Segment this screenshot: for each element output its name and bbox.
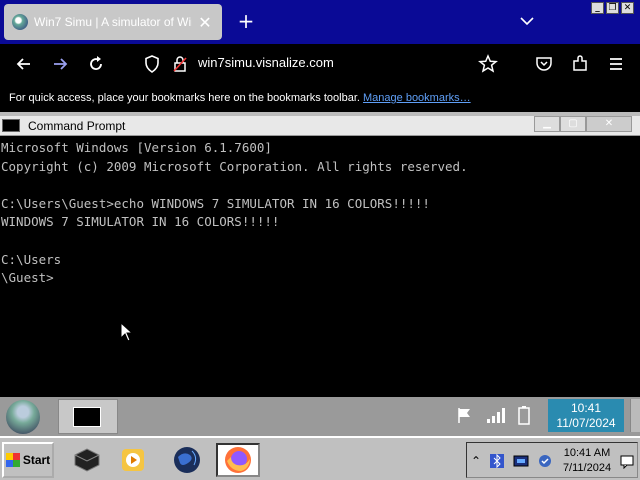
- cmd-window-icon: [73, 407, 101, 427]
- tab-title: Win7 Simu | A simulator of Windo: [34, 15, 192, 29]
- cmd-minimize-button[interactable]: ▁: [534, 116, 560, 132]
- hamburger-menu-icon[interactable]: [606, 54, 626, 74]
- forward-arrow-icon[interactable]: [50, 54, 70, 74]
- chevron-down-icon[interactable]: [518, 12, 536, 30]
- back-arrow-icon[interactable]: [14, 54, 34, 74]
- url-bar[interactable]: win7simu.visnalize.com: [198, 55, 334, 70]
- close-button[interactable]: ✕: [621, 2, 634, 14]
- mouse-pointer-icon: [120, 322, 134, 342]
- pocket-icon[interactable]: [534, 54, 554, 74]
- taskbar-firefox-icon[interactable]: [216, 443, 260, 477]
- new-tab-button[interactable]: +: [236, 10, 256, 32]
- os-time: 10:41 AM: [563, 447, 611, 459]
- sim-date: 11/07/2024: [556, 416, 616, 430]
- sim-clock[interactable]: 10:41 11/07/2024: [548, 399, 624, 432]
- bookmarks-hint: For quick access, place your bookmarks h…: [9, 92, 360, 104]
- sim-start-orb-icon[interactable]: [6, 400, 40, 434]
- console-line: C:\Users: [1, 251, 62, 267]
- security-icon[interactable]: [537, 453, 553, 469]
- cmd-window-title: Command Prompt: [28, 119, 126, 133]
- taskbar-app-chip-icon[interactable]: [70, 443, 104, 477]
- browser-tab[interactable]: Win7 Simu | A simulator of Windo ✕: [4, 4, 222, 40]
- browser-tab-strip: Win7 Simu | A simulator of Windo ✕ + _ ❐…: [0, 0, 640, 44]
- taskbar-media-player-icon[interactable]: [116, 443, 150, 477]
- extensions-icon[interactable]: [570, 54, 590, 74]
- show-desktop-button[interactable]: [630, 399, 640, 432]
- battery-icon[interactable]: [518, 405, 530, 425]
- windows-flag-icon: [5, 453, 20, 467]
- navigation-toolbar: win7simu.visnalize.com: [0, 44, 640, 84]
- shield-icon[interactable]: [142, 54, 162, 74]
- os-date: 7/11/2024: [562, 462, 612, 474]
- network-icon[interactable]: [513, 453, 529, 469]
- cmd-maximize-button[interactable]: ▢: [560, 116, 586, 132]
- minimize-button[interactable]: _: [591, 2, 604, 14]
- console-line: \Guest>: [1, 270, 54, 286]
- reload-icon[interactable]: [86, 54, 106, 74]
- os-taskbar: Start ⌃ 10:41 AM 7/11/2024: [0, 436, 640, 480]
- cmd-close-button[interactable]: ✕: [586, 116, 632, 132]
- start-label: Start: [22, 453, 51, 467]
- tray-expand-icon[interactable]: ⌃: [471, 453, 487, 469]
- sim-time: 10:41: [570, 401, 602, 415]
- start-button[interactable]: Start: [2, 442, 54, 478]
- console-line: C:\Users\Guest>echo WINDOWS 7 SIMULATOR …: [1, 195, 430, 211]
- cmd-title-bar[interactable]: Command Prompt ▁ ▢ ✕: [0, 116, 640, 136]
- cmd-window-controls: ▁ ▢ ✕: [534, 116, 632, 132]
- notification-icon[interactable]: [619, 453, 635, 469]
- console-line: Microsoft Windows [Version 6.1.7600]: [1, 140, 272, 155]
- signal-bars-icon[interactable]: [486, 406, 506, 424]
- action-center-flag-icon[interactable]: [456, 406, 474, 424]
- sim-system-tray: [456, 405, 530, 425]
- cmd-console-output[interactable]: Microsoft Windows [Version 6.1.7600] Copy…: [0, 137, 640, 397]
- restore-button[interactable]: ❐: [606, 2, 619, 14]
- star-icon[interactable]: [478, 54, 498, 74]
- simulated-taskbar: 10:41 11/07/2024: [0, 397, 640, 436]
- os-window-controls: _ ❐ ✕: [591, 2, 634, 14]
- manage-bookmarks-link[interactable]: Manage bookmarks…: [363, 92, 471, 104]
- lock-icon[interactable]: [170, 54, 190, 74]
- favicon-icon: [12, 14, 28, 30]
- bookmarks-toolbar: For quick access, place your bookmarks h…: [0, 84, 640, 112]
- os-system-tray: ⌃ 10:41 AM 7/11/2024: [466, 442, 638, 478]
- bluetooth-icon[interactable]: [489, 453, 505, 469]
- os-clock[interactable]: 10:41 AM 7/11/2024: [559, 446, 615, 476]
- tab-close-button[interactable]: ✕: [198, 13, 212, 32]
- console-line: WINDOWS 7 SIMULATOR IN 16 COLORS!!!!!: [1, 214, 280, 230]
- console-line: Copyright (c) 2009 Microsoft Corporation…: [1, 158, 468, 174]
- url-host: win7simu.visnalize.com: [198, 55, 334, 70]
- sim-taskbar-cmd-button[interactable]: [58, 399, 118, 434]
- cmd-window-icon: [2, 119, 20, 132]
- taskbar-globe-icon[interactable]: [170, 443, 204, 477]
